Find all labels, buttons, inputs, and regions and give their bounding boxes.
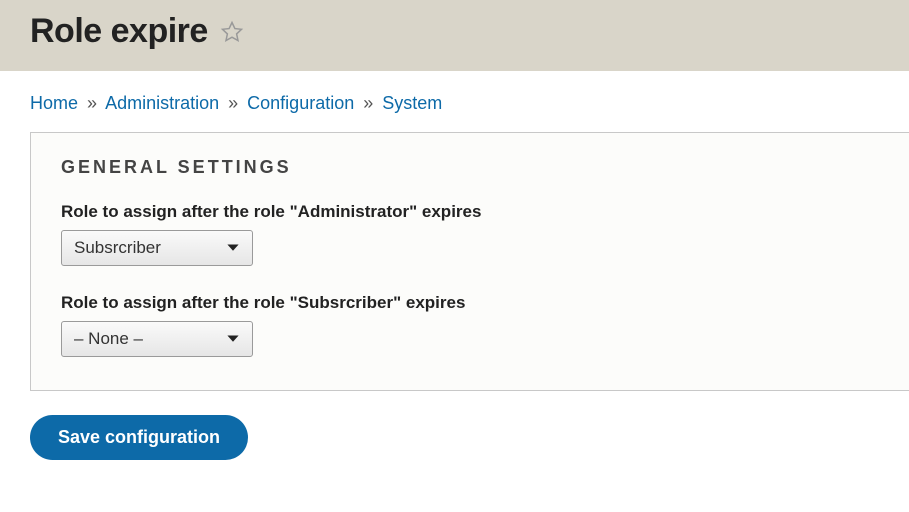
form-actions: Save configuration <box>0 391 909 484</box>
breadcrumb-separator: » <box>359 93 377 113</box>
breadcrumb-separator: » <box>83 93 101 113</box>
select-value: Subsrcriber <box>74 238 161 258</box>
select-value: – None – <box>74 329 143 349</box>
breadcrumb-link-home[interactable]: Home <box>30 93 78 113</box>
breadcrumb: Home » Administration » Configuration » … <box>0 71 909 132</box>
form-item-administrator-expire: Role to assign after the role "Administr… <box>61 202 879 271</box>
breadcrumb-link-configuration[interactable]: Configuration <box>247 93 354 113</box>
fieldset-legend: GENERAL SETTINGS <box>61 157 879 178</box>
star-outline-icon[interactable] <box>220 20 244 44</box>
role-select-administrator[interactable]: Subsrcriber <box>61 230 253 266</box>
chevron-down-icon <box>226 241 240 255</box>
page-title: Role expire <box>30 12 208 51</box>
form-item-subscriber-expire: Role to assign after the role "Subsrcrib… <box>61 293 879 362</box>
field-label: Role to assign after the role "Administr… <box>61 202 879 222</box>
chevron-down-icon <box>226 332 240 346</box>
role-select-subscriber[interactable]: – None – <box>61 321 253 357</box>
general-settings-fieldset: GENERAL SETTINGS Role to assign after th… <box>30 132 909 391</box>
field-label: Role to assign after the role "Subsrcrib… <box>61 293 879 313</box>
page-header: Role expire <box>0 0 909 71</box>
breadcrumb-separator: » <box>224 93 242 113</box>
breadcrumb-link-administration[interactable]: Administration <box>105 93 219 113</box>
save-configuration-button[interactable]: Save configuration <box>30 415 248 460</box>
breadcrumb-link-system[interactable]: System <box>382 93 442 113</box>
